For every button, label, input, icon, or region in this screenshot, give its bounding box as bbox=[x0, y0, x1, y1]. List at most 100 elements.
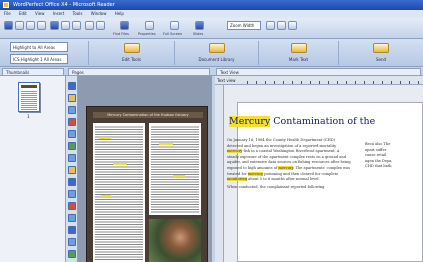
vertical-ruler bbox=[215, 85, 224, 262]
highlight-tool-icon[interactable] bbox=[68, 94, 76, 102]
tab-text-view[interactable]: Text View bbox=[216, 68, 421, 76]
hand-tool-icon[interactable] bbox=[68, 214, 76, 222]
eraser-tool-icon[interactable] bbox=[68, 202, 76, 210]
thumbnail-text bbox=[21, 90, 37, 110]
send-label: Send bbox=[375, 57, 387, 62]
shape-tool-icon[interactable] bbox=[68, 130, 76, 138]
select-tool-icon[interactable] bbox=[68, 82, 76, 90]
find-caption: Find Files bbox=[113, 32, 129, 36]
pane-tabstrip: Thumbnails Pages Text View bbox=[0, 67, 423, 76]
window-title: WordPerfect Office X4 - Microsoft Reader bbox=[13, 2, 115, 8]
note-tool-icon[interactable] bbox=[68, 106, 76, 114]
menu-insert[interactable]: Insert bbox=[53, 11, 64, 16]
send-group[interactable]: Send bbox=[338, 41, 423, 65]
file-combo[interactable]: ICS Highlight 1 All Areas bbox=[10, 54, 68, 64]
new-icon[interactable] bbox=[4, 21, 13, 30]
highlight-mark bbox=[173, 175, 185, 177]
text-run: poisoning and then cleared for complete bbox=[263, 171, 339, 176]
document-heading: Mercury Contamination of the bbox=[229, 116, 375, 127]
zoom-select[interactable]: Zoom Width bbox=[227, 21, 261, 30]
title-bar: WordPerfect Office X4 - Microsoft Reader bbox=[0, 0, 423, 10]
edit-tools-label: Edit Tools bbox=[122, 57, 141, 62]
highlighter-icon bbox=[290, 43, 307, 53]
property-bar: Highlight to All Areas ICS Highlight 1 A… bbox=[0, 39, 423, 67]
page-view: Mercury Contamination of the Hudson Estu… bbox=[78, 76, 212, 262]
redo-icon[interactable] bbox=[96, 21, 105, 30]
highlight-mark bbox=[101, 195, 111, 197]
menu-view[interactable]: View bbox=[35, 11, 45, 16]
crop-tool-icon[interactable] bbox=[68, 178, 76, 186]
paste-icon[interactable] bbox=[72, 21, 81, 30]
page-photo bbox=[149, 219, 201, 262]
edit-icon bbox=[123, 43, 140, 53]
save-icon[interactable] bbox=[26, 21, 35, 30]
ruler-ticks bbox=[247, 81, 423, 84]
zoom-out-icon[interactable] bbox=[277, 21, 286, 30]
cut-icon[interactable] bbox=[50, 21, 59, 30]
attach-tool-icon[interactable] bbox=[68, 250, 76, 258]
column-text bbox=[151, 125, 199, 213]
small-page-title: Mercury Contamination of the Hudson Estu… bbox=[93, 112, 203, 118]
edit-tools-group[interactable]: Edit Tools bbox=[88, 41, 174, 65]
highlighted-word: mercury bbox=[227, 149, 243, 154]
fullscreen-icon[interactable] bbox=[170, 21, 179, 30]
text-view-pane: Text view Mercury Contamination of the O… bbox=[215, 76, 423, 262]
menu-file[interactable]: File bbox=[4, 11, 11, 16]
highlighted-word: monitoring bbox=[227, 177, 248, 182]
page-column-left bbox=[93, 123, 145, 262]
tab-thumbnails[interactable]: Thumbnails bbox=[2, 68, 64, 76]
text-tool-icon[interactable] bbox=[68, 154, 76, 162]
menu-tools[interactable]: Tools bbox=[73, 11, 83, 16]
document-library-group[interactable]: Document Library bbox=[174, 41, 258, 65]
thumbnail-header bbox=[21, 85, 37, 88]
vertical-tool-strip bbox=[66, 76, 78, 262]
text-run: On January 16, 1984 the County Health De… bbox=[227, 138, 337, 148]
menu-bar: File Edit View Insert Tools Window Help bbox=[0, 10, 423, 18]
mark-text-group[interactable]: Mark Text bbox=[258, 41, 338, 65]
rotate-tool-icon[interactable] bbox=[68, 238, 76, 246]
page-thumbnail[interactable] bbox=[18, 82, 40, 112]
help-icon[interactable] bbox=[288, 21, 297, 30]
fullscreen-caption: Full Screen bbox=[163, 32, 183, 36]
open-icon[interactable] bbox=[15, 21, 24, 30]
app-icon bbox=[3, 2, 9, 8]
ruler-label: Text view bbox=[217, 78, 236, 83]
zoom-tool-icon[interactable] bbox=[68, 226, 76, 234]
main-toolbar: Zoom Width Find Files Properties Full Sc… bbox=[0, 18, 423, 39]
pen-tool-icon[interactable] bbox=[68, 118, 76, 126]
slides-icon[interactable] bbox=[195, 21, 204, 30]
highlight-mark bbox=[113, 163, 127, 165]
library-icon bbox=[208, 43, 225, 53]
paragraph-2: When conducted, the complainant reported… bbox=[227, 184, 325, 189]
measure-tool-icon[interactable] bbox=[68, 190, 76, 198]
send-icon bbox=[373, 43, 389, 53]
document-library-label: Document Library bbox=[198, 57, 235, 62]
heading-highlight: Mercury bbox=[229, 116, 271, 127]
zoom-in-icon[interactable] bbox=[266, 21, 275, 30]
menu-window[interactable]: Window bbox=[91, 11, 107, 16]
horizontal-ruler: Text view bbox=[215, 76, 423, 85]
slides-caption: Slides bbox=[193, 32, 204, 36]
link-tool-icon[interactable] bbox=[68, 166, 76, 174]
menu-help[interactable]: Help bbox=[115, 11, 124, 16]
properties-icon[interactable] bbox=[145, 21, 154, 30]
document-page[interactable]: Mercury Contamination of the Hudson Estu… bbox=[86, 106, 208, 262]
copy-icon[interactable] bbox=[61, 21, 70, 30]
highlight-mark bbox=[159, 143, 173, 145]
undo-icon[interactable] bbox=[85, 21, 94, 30]
text-run: about 5 to 6 months after normal level. bbox=[247, 177, 320, 182]
document-combo[interactable]: Highlight to All Areas bbox=[10, 42, 68, 52]
document-right-column: Beca also The apart suffer cause retail … bbox=[365, 142, 392, 169]
stamp-tool-icon[interactable] bbox=[68, 142, 76, 150]
highlighted-word: mercury bbox=[247, 171, 264, 176]
column-text bbox=[95, 125, 143, 261]
menu-edit[interactable]: Edit bbox=[19, 11, 27, 16]
highlight-mark bbox=[99, 137, 111, 139]
print-icon[interactable] bbox=[37, 21, 46, 30]
highlighted-word: mercury bbox=[278, 165, 294, 170]
mark-text-label: Mark Text bbox=[288, 57, 309, 62]
thumbnail-page-number: 1 bbox=[27, 114, 30, 119]
tab-pages[interactable]: Pages bbox=[68, 68, 210, 76]
properties-caption: Properties bbox=[138, 32, 156, 36]
find-icon[interactable] bbox=[120, 21, 129, 30]
